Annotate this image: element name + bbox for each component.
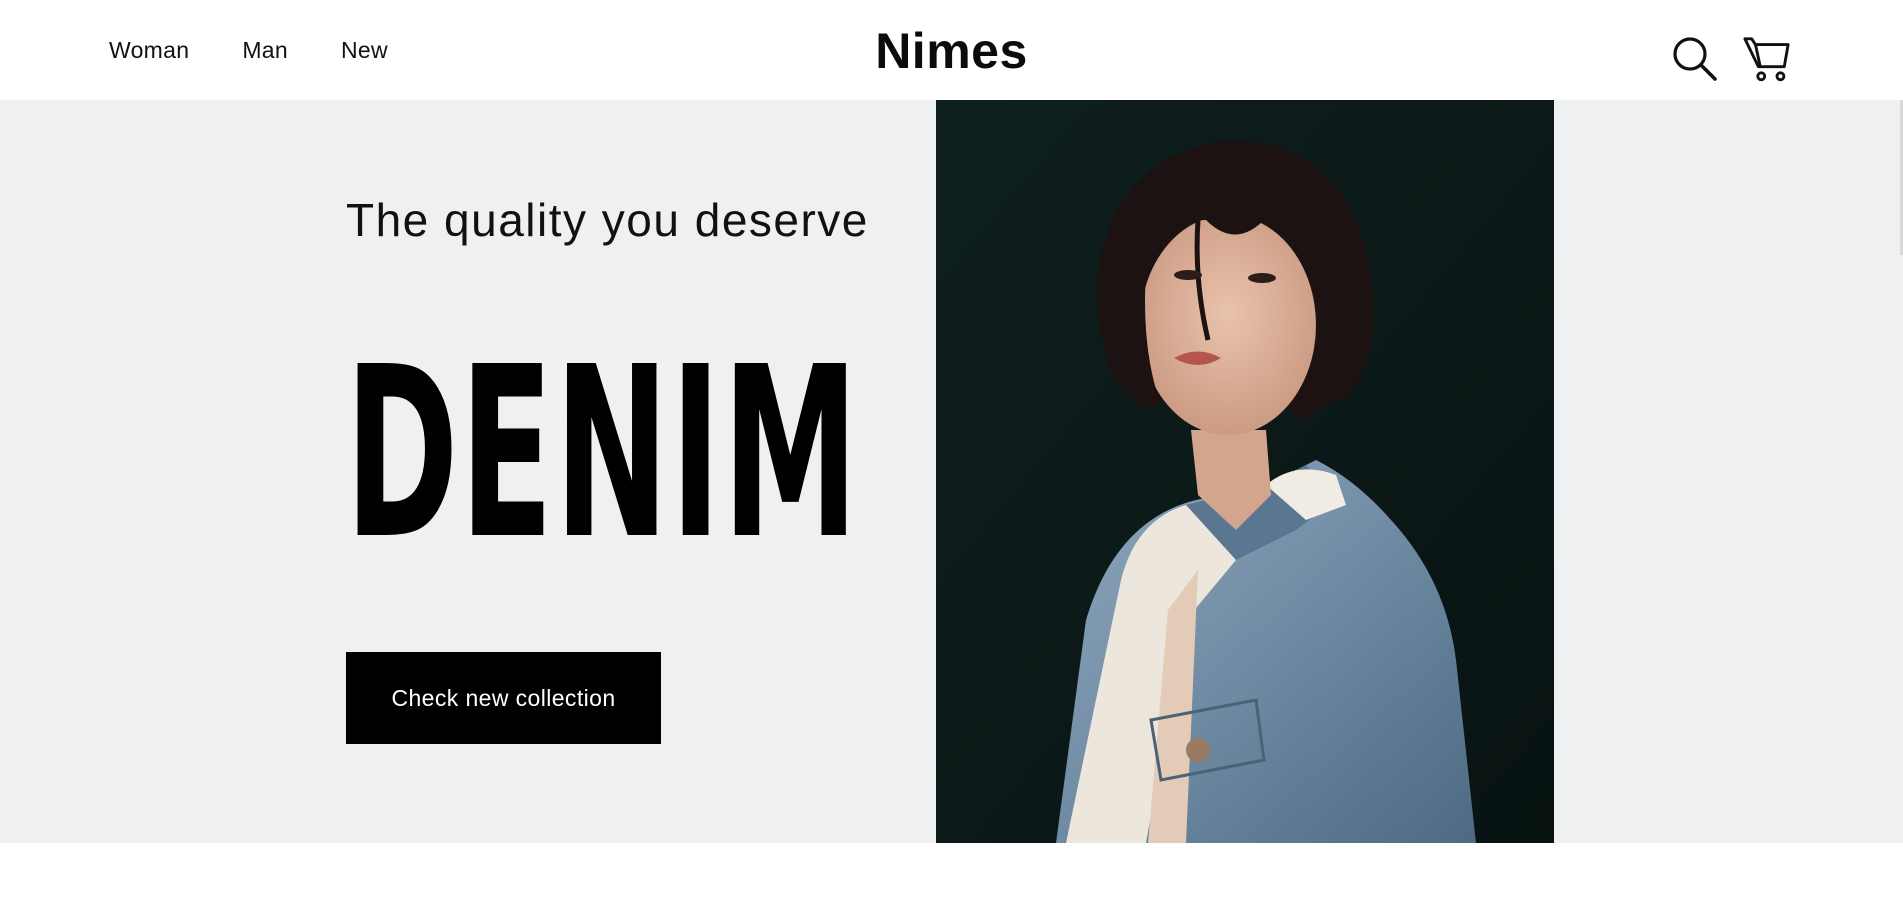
cart-button[interactable] [1743, 33, 1791, 85]
brand-logo[interactable]: Nimes [0, 26, 1903, 76]
model-portrait-image [936, 100, 1554, 843]
bottom-section [0, 843, 1903, 909]
hero-section: The quality you deserve DENIM Check new … [0, 100, 1903, 843]
search-icon [1673, 37, 1717, 81]
site-header: Woman Man New Nimes [0, 0, 1903, 100]
page: Woman Man New Nimes The quality you dese… [0, 0, 1903, 909]
hero-model-photo [936, 100, 1554, 843]
check-collection-button[interactable]: Check new collection [346, 652, 661, 744]
hero-headline: DENIM [345, 316, 860, 591]
cart-icon [1743, 37, 1790, 82]
header-actions [1671, 33, 1791, 85]
hero-tagline: The quality you deserve [346, 194, 869, 246]
search-button[interactable] [1671, 33, 1719, 85]
